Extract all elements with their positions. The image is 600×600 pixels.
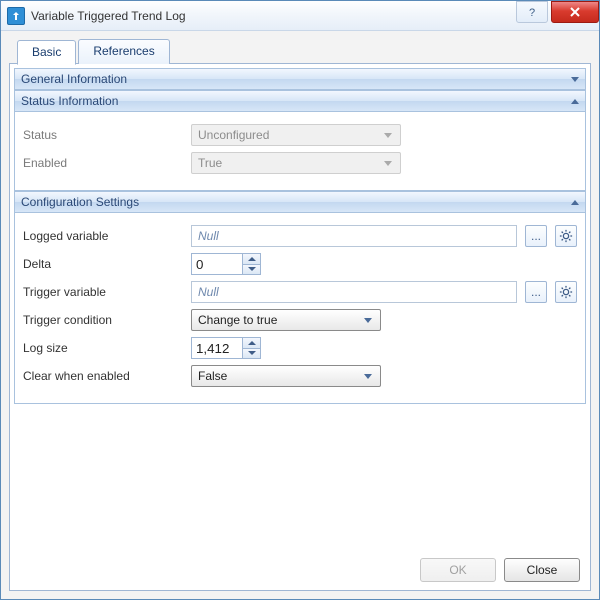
row-enabled: Enabled True (23, 152, 577, 174)
panel-filler (14, 404, 586, 550)
titlebar: Variable Triggered Trend Log ? (1, 1, 599, 31)
tab-references[interactable]: References (78, 39, 169, 64)
chevron-up-icon (571, 200, 579, 205)
section-config-body: Logged variable Null ... Delta (14, 213, 586, 404)
chevron-down-icon (248, 351, 256, 355)
ok-button-label: OK (449, 563, 466, 577)
row-trigger-variable: Trigger variable Null ... (23, 281, 577, 303)
section-general-title: General Information (21, 72, 127, 86)
trigger-variable-settings-button[interactable] (555, 281, 577, 303)
clear-when-enabled-label: Clear when enabled (23, 369, 183, 383)
close-button[interactable]: Close (504, 558, 580, 582)
client-area: Basic References General Information Sta… (1, 31, 599, 599)
trigger-condition-value: Change to true (198, 313, 360, 327)
section-config-header[interactable]: Configuration Settings (14, 191, 586, 213)
delta-label: Delta (23, 257, 183, 271)
enabled-value: True (198, 156, 380, 170)
chevron-down-icon (360, 311, 376, 329)
status-combo: Unconfigured (191, 124, 401, 146)
section-status-body: Status Unconfigured Enabled True (14, 112, 586, 191)
window-title: Variable Triggered Trend Log (31, 9, 516, 23)
section-config-title: Configuration Settings (21, 195, 139, 209)
delta-spinner (191, 253, 261, 275)
svg-text:?: ? (529, 7, 535, 18)
tab-panel-basic: General Information Status Information S… (9, 63, 591, 591)
delta-spin-buttons (243, 253, 261, 275)
gear-icon (559, 229, 573, 243)
tab-basic-label: Basic (32, 45, 61, 59)
log-size-spin-down[interactable] (243, 348, 260, 359)
log-size-label: Log size (23, 341, 183, 355)
chevron-down-icon (360, 367, 376, 385)
row-trigger-condition: Trigger condition Change to true (23, 309, 577, 331)
tabstrip: Basic References (9, 39, 591, 64)
log-size-input[interactable] (191, 337, 243, 359)
gear-icon (559, 285, 573, 299)
chevron-down-icon (380, 154, 396, 172)
trigger-condition-combo[interactable]: Change to true (191, 309, 381, 331)
section-general-header[interactable]: General Information (14, 68, 586, 90)
app-icon (7, 7, 25, 25)
tab-basic[interactable]: Basic (17, 40, 76, 65)
trigger-condition-label: Trigger condition (23, 313, 183, 327)
help-button[interactable]: ? (516, 1, 548, 23)
trigger-variable-input[interactable]: Null (191, 281, 517, 303)
status-label: Status (23, 128, 183, 142)
enabled-label: Enabled (23, 156, 183, 170)
row-delta: Delta (23, 253, 577, 275)
ellipsis-icon: ... (531, 229, 541, 243)
row-log-size: Log size (23, 337, 577, 359)
status-value: Unconfigured (198, 128, 380, 142)
close-button-label: Close (527, 563, 558, 577)
chevron-up-icon (248, 257, 256, 261)
logged-variable-input[interactable]: Null (191, 225, 517, 247)
row-clear-when-enabled: Clear when enabled False (23, 365, 577, 387)
chevron-down-icon (380, 126, 396, 144)
close-window-button[interactable] (551, 1, 599, 23)
trigger-variable-browse-button[interactable]: ... (525, 281, 547, 303)
button-bar: OK Close (14, 550, 586, 586)
chevron-down-icon (248, 267, 256, 271)
clear-when-enabled-value: False (198, 369, 360, 383)
ok-button: OK (420, 558, 496, 582)
delta-spin-up[interactable] (243, 254, 260, 264)
tab-references-label: References (93, 44, 154, 58)
row-status: Status Unconfigured (23, 124, 577, 146)
delta-spin-down[interactable] (243, 264, 260, 275)
delta-input[interactable] (191, 253, 243, 275)
logged-variable-value: Null (198, 229, 219, 243)
trigger-variable-label: Trigger variable (23, 285, 183, 299)
logged-variable-label: Logged variable (23, 229, 183, 243)
clear-when-enabled-combo[interactable]: False (191, 365, 381, 387)
log-size-spin-up[interactable] (243, 338, 260, 348)
chevron-down-icon (571, 77, 579, 82)
chevron-up-icon (248, 341, 256, 345)
ellipsis-icon: ... (531, 285, 541, 299)
chevron-up-icon (571, 99, 579, 104)
section-status-title: Status Information (21, 94, 118, 108)
enabled-combo: True (191, 152, 401, 174)
section-status-header[interactable]: Status Information (14, 90, 586, 112)
window-controls: ? (516, 1, 599, 30)
dialog-window: Variable Triggered Trend Log ? Basic Ref… (0, 0, 600, 600)
trigger-variable-value: Null (198, 285, 219, 299)
log-size-spin-buttons (243, 337, 261, 359)
logged-variable-browse-button[interactable]: ... (525, 225, 547, 247)
log-size-spinner (191, 337, 261, 359)
row-logged-variable: Logged variable Null ... (23, 225, 577, 247)
logged-variable-settings-button[interactable] (555, 225, 577, 247)
